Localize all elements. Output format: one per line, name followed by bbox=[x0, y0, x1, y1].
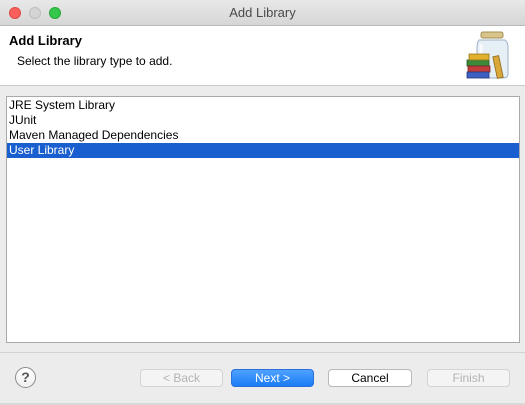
cancel-button[interactable]: Cancel bbox=[328, 369, 412, 387]
library-jar-books-icon bbox=[466, 31, 509, 79]
help-button[interactable]: ? bbox=[15, 367, 36, 388]
list-item-user-library[interactable]: User Library bbox=[7, 143, 519, 158]
page-title: Add Library bbox=[9, 33, 82, 48]
page-subtitle: Select the library type to add. bbox=[17, 54, 173, 68]
list-item-jre-system-library[interactable]: JRE System Library bbox=[7, 98, 519, 113]
dialog-header: Add Library Select the library type to a… bbox=[0, 26, 525, 86]
window-title: Add Library bbox=[229, 5, 296, 20]
back-button[interactable]: < Back bbox=[140, 369, 223, 387]
next-button[interactable]: Next > bbox=[231, 369, 314, 387]
add-library-dialog: Add Library Add Library Select the libra… bbox=[0, 0, 525, 405]
footer-divider bbox=[0, 352, 525, 353]
list-item-maven-managed-dependencies[interactable]: Maven Managed Dependencies bbox=[7, 128, 519, 143]
library-type-list[interactable]: JRE System Library JUnit Maven Managed D… bbox=[6, 96, 520, 343]
finish-button[interactable]: Finish bbox=[427, 369, 510, 387]
list-item-junit[interactable]: JUnit bbox=[7, 113, 519, 128]
title-bar[interactable]: Add Library bbox=[0, 0, 525, 26]
